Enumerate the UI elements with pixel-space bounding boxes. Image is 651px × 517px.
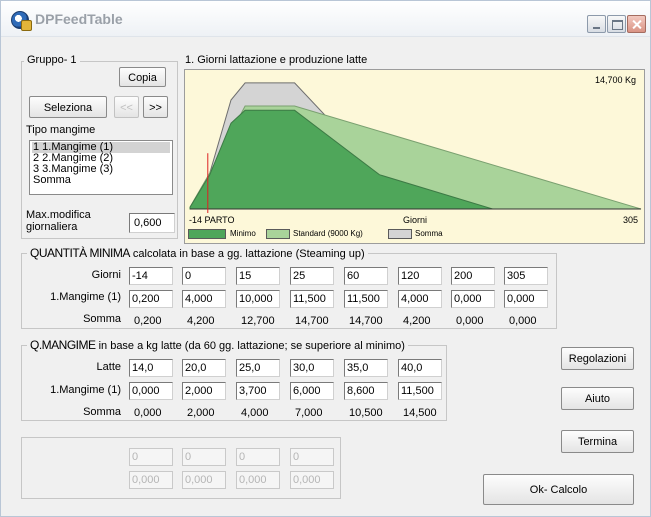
giorni-input[interactable]: 200	[451, 267, 495, 285]
next-group-button[interactable]: >>	[143, 96, 168, 118]
giorni-input[interactable]: 60	[344, 267, 388, 285]
disabled-input: 0	[129, 448, 173, 466]
mangime1-input[interactable]: 0,200	[129, 290, 173, 308]
latte-input[interactable]: 35,0	[344, 359, 388, 377]
quantita-minima-header: QUANTITÀ MINIMA calcolata in base a gg. …	[27, 246, 368, 260]
regolazioni-button[interactable]: Regolazioni	[561, 347, 634, 370]
copy-button[interactable]: Copia	[119, 67, 166, 87]
list-item[interactable]: Somma	[32, 175, 170, 186]
somma-value: 0,000	[456, 315, 484, 327]
giorni-input[interactable]: 15	[236, 267, 280, 285]
select-button[interactable]: Seleziona	[29, 96, 107, 118]
somma-value: 7,000	[295, 407, 323, 419]
mangime1-input[interactable]: 0,000	[451, 290, 495, 308]
qmangime-header: Q.MANGIME in base a kg latte (da 60 gg. …	[27, 338, 408, 352]
somma-value: 4,200	[187, 315, 215, 327]
latte-input[interactable]: 30,0	[290, 359, 334, 377]
row-label-mangime1: 1.Mangime (1)	[50, 384, 121, 396]
disabled-panel	[21, 437, 341, 499]
mangime1-input[interactable]: 4,000	[398, 290, 442, 308]
somma-value: 4,000	[241, 407, 269, 419]
title-bar: DPFeedTable	[1, 1, 650, 37]
giorni-input[interactable]: -14	[129, 267, 173, 285]
x-axis-label: Giorni	[403, 215, 428, 225]
mangime1-input[interactable]: 6,000	[290, 382, 334, 400]
giorni-input[interactable]: 305	[504, 267, 548, 285]
mangime1-input[interactable]: 11,500	[290, 290, 334, 308]
disabled-input: 0,000	[290, 471, 334, 489]
app-window: DPFeedTable Gruppo- 1 Copia Seleziona <<…	[0, 0, 651, 517]
chart-peak-label: 14,700 Kg	[594, 75, 636, 85]
disabled-input: 0,000	[129, 471, 173, 489]
giorni-input[interactable]: 0	[182, 267, 226, 285]
legend-label-standard: Standard (9000 Kg)	[293, 229, 363, 238]
feed-type-list[interactable]: 1 1.Mangime (1) 2 2.Mangime (2) 3 3.Mang…	[29, 140, 173, 195]
ok-calcolo-button[interactable]: Ok- Calcolo	[483, 474, 634, 505]
giorni-input[interactable]: 120	[398, 267, 442, 285]
window-title: DPFeedTable	[35, 11, 123, 27]
legend-label-minimo: Minimo	[230, 229, 256, 238]
somma-value: 2,000	[187, 407, 215, 419]
row-label-latte: Latte	[96, 361, 121, 373]
latte-input[interactable]: 20,0	[182, 359, 226, 377]
maximize-button[interactable]	[607, 15, 626, 33]
somma-value: 14,700	[295, 315, 329, 327]
somma-value: 0,200	[134, 315, 162, 327]
app-logo-icon	[11, 11, 32, 31]
max-modification-label-line2: giornaliera	[26, 221, 78, 233]
disabled-input: 0,000	[236, 471, 280, 489]
mangime1-input[interactable]: 2,000	[182, 382, 226, 400]
max-modification-label-line1: Max.modifica	[26, 209, 91, 221]
disabled-input: 0	[182, 448, 226, 466]
mangime1-input[interactable]: 8,600	[344, 382, 388, 400]
feed-type-label: Tipo mangime	[26, 124, 96, 136]
somma-value: 12,700	[241, 315, 275, 327]
row-label-somma: Somma	[83, 313, 121, 325]
somma-value: 4,200	[403, 315, 431, 327]
row-label-giorni: Giorni	[91, 269, 121, 281]
close-button[interactable]	[627, 15, 646, 33]
x-end-label: 305	[622, 215, 638, 225]
qmangime-subtitle: in base a kg latte (da 60 gg. lattazione…	[98, 340, 405, 352]
somma-value: 0,000	[134, 407, 162, 419]
mangime1-input[interactable]: 11,500	[398, 382, 442, 400]
quantita-minima-subtitle: calcolata in base a gg. lattazione (Stea…	[132, 248, 365, 260]
qmangime-title: Q.MANGIME	[30, 338, 96, 352]
somma-value: 0,000	[509, 315, 537, 327]
disabled-input: 0	[290, 448, 334, 466]
mangime1-input[interactable]: 0,000	[504, 290, 548, 308]
max-modification-input[interactable]: 0,600	[129, 213, 175, 233]
legend-label-somma: Somma	[415, 229, 443, 238]
group-label: Gruppo- 1	[24, 54, 80, 66]
disabled-input: 0,000	[182, 471, 226, 489]
row-label-somma: Somma	[83, 406, 121, 418]
mangime1-input[interactable]: 11,500	[344, 290, 388, 308]
mangime1-input[interactable]: 10,000	[236, 290, 280, 308]
latte-input[interactable]: 25,0	[236, 359, 280, 377]
aiuto-button[interactable]: Aiuto	[561, 387, 634, 410]
chart-title: 1. Giorni lattazione e produzione latte	[185, 54, 368, 66]
chart-area: 14,700 Kg -14 PARTO Giorni 305 Minimo St…	[184, 69, 645, 244]
mangime1-input[interactable]: 4,000	[182, 290, 226, 308]
giorni-input[interactable]: 25	[290, 267, 334, 285]
mangime1-input[interactable]: 3,700	[236, 382, 280, 400]
mangime1-input[interactable]: 0,000	[129, 382, 173, 400]
disabled-input: 0	[236, 448, 280, 466]
somma-value: 10,500	[349, 407, 383, 419]
max-modification-label: Max.modifica giornaliera	[26, 209, 91, 233]
prev-group-button[interactable]: <<	[114, 96, 139, 118]
x-start-label: -14 PARTO	[189, 215, 235, 225]
legend-swatch-standard	[266, 229, 290, 239]
chart-legend: Minimo Standard (9000 Kg) Somma	[188, 228, 628, 241]
legend-swatch-somma	[388, 229, 412, 239]
latte-input[interactable]: 40,0	[398, 359, 442, 377]
row-label-mangime1: 1.Mangime (1)	[50, 291, 121, 303]
legend-swatch-minimo	[188, 229, 226, 239]
minimize-button[interactable]	[587, 15, 606, 33]
termina-button[interactable]: Termina	[561, 430, 634, 453]
somma-value: 14,700	[349, 315, 383, 327]
latte-input[interactable]: 14,0	[129, 359, 173, 377]
somma-value: 14,500	[403, 407, 437, 419]
quantita-minima-title: QUANTITÀ MINIMA	[30, 246, 130, 260]
